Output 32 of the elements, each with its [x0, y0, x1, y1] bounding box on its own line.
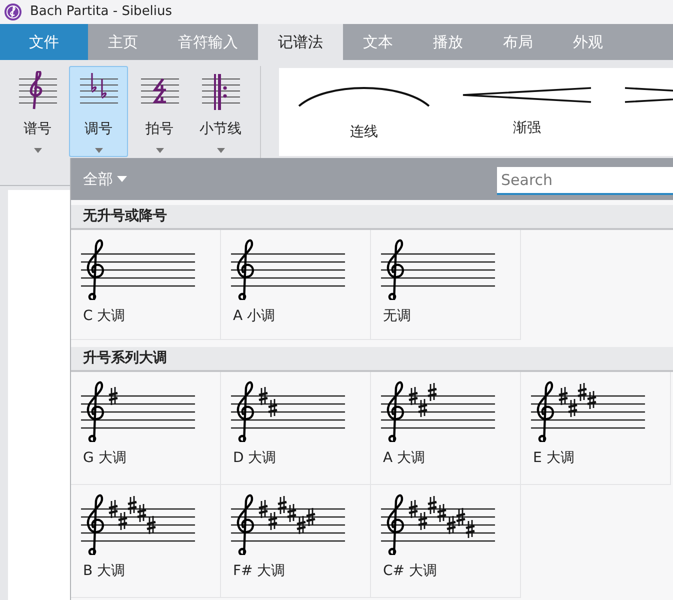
section-header: 无升号或降号: [71, 205, 673, 230]
file-tab[interactable]: 文件: [0, 24, 88, 60]
window-title: Bach Partita - Sibelius: [30, 3, 172, 22]
ribbon-button[interactable]: 调号: [69, 66, 128, 157]
key-signature-option[interactable]: D 大调: [221, 372, 371, 485]
key-signature-option[interactable]: 无调: [371, 230, 521, 340]
dropdown-caret-icon: [216, 148, 224, 153]
key-signature-option[interactable]: G 大调: [71, 372, 221, 485]
ribbon-button[interactable]: 拍号: [130, 66, 189, 157]
slur-icon: [297, 86, 431, 108]
hairpin-icon: [623, 86, 673, 104]
gallery-item-label: 渐强: [513, 119, 541, 138]
key-signature-option[interactable]: F# 大调: [221, 485, 371, 598]
dropdown-caret-icon: [34, 148, 42, 153]
hairpin-icon: [461, 86, 593, 104]
ribbon-button[interactable]: 小节线: [191, 66, 250, 157]
key-signature-option[interactable]: E 大调: [521, 372, 671, 485]
caret-icon: [117, 176, 127, 182]
gallery-item-label: 连线: [350, 123, 378, 142]
key-signature-option[interactable]: C# 大调: [371, 485, 521, 598]
dropdown-caret-icon: [156, 148, 164, 153]
key-signature-option[interactable]: B 大调: [71, 485, 221, 598]
search-field[interactable]: Search: [497, 167, 673, 195]
ribbon-tab[interactable]: 记谱法: [258, 24, 343, 60]
app-logo-icon: [4, 3, 22, 21]
dropdown-caret-icon: [94, 148, 102, 153]
section-header: 升号系列大调: [71, 347, 673, 372]
key-signature-option[interactable]: A 小调: [221, 230, 371, 340]
key-signature-option[interactable]: C 大调: [71, 230, 221, 340]
key-signature-option[interactable]: A 大调: [371, 372, 521, 485]
barline-icon: [200, 71, 242, 113]
ribbon-button[interactable]: 谱号: [8, 66, 67, 157]
